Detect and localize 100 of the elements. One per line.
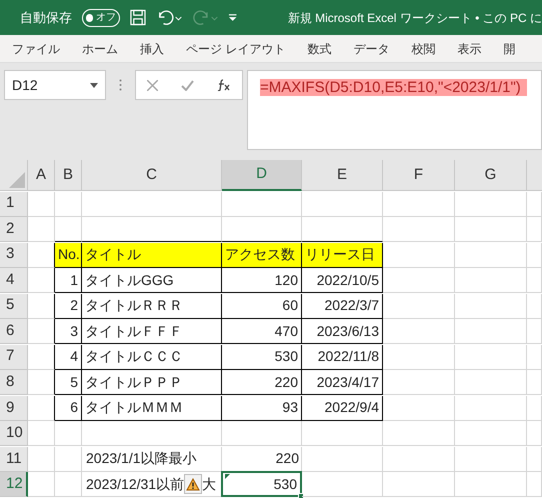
table-cell-text: タイトルＰＰＰ — [84, 372, 184, 392]
table-cell-text: 4 — [69, 347, 79, 366]
grid-cell[interactable]: 4 — [55, 344, 82, 370]
customize-icon[interactable] — [228, 12, 238, 22]
autosave-toggle[interactable]: オフ — [82, 8, 120, 26]
table-cell-text: 2022/11/8 — [316, 347, 380, 366]
warning-icon[interactable] — [184, 474, 202, 494]
grid-cell[interactable]: 2023/1/1以降最小 — [82, 446, 222, 472]
grid-cell[interactable]: 220 — [222, 370, 302, 396]
ribbon-tab[interactable]: 開 — [503, 40, 516, 58]
grid-cell[interactable]: 93 — [222, 396, 302, 421]
table-cell-text: 2023/6/13 — [316, 322, 380, 341]
row-header[interactable]: 5 — [0, 294, 28, 319]
grid-cell[interactable]: 1 — [55, 268, 82, 294]
row-header[interactable]: 11 — [0, 446, 28, 472]
save-icon[interactable] — [130, 9, 146, 26]
table-cell-text: 2022/10/5 — [316, 270, 380, 290]
grid-cell[interactable]: タイトルＦＦＦ — [82, 319, 222, 344]
row-header[interactable]: 3 — [0, 242, 28, 268]
column-header[interactable]: D — [222, 160, 302, 191]
ribbon-tab[interactable]: ページ レイアウト — [186, 40, 286, 58]
column-header[interactable]: F — [383, 160, 455, 191]
ribbon-tab[interactable]: データ — [353, 40, 390, 58]
ribbon-tab[interactable]: 表示 — [457, 40, 482, 58]
table-cell-text: 2 — [69, 296, 79, 316]
column-heading: アクセス数 — [224, 245, 296, 264]
ribbon-tab[interactable]: 数式 — [307, 40, 332, 58]
row-header[interactable]: 8 — [0, 370, 28, 396]
table-cell-text: タイトルＲＲＲ — [84, 296, 184, 316]
grid-cell[interactable]: 530 — [222, 344, 302, 370]
dropdown-icon[interactable] — [90, 82, 98, 88]
value-cell[interactable]: 530 — [221, 471, 302, 498]
table-cell-text: 6 — [69, 398, 79, 418]
row-header[interactable]: 2 — [0, 217, 28, 242]
table-cell-text: 5 — [69, 372, 79, 392]
cell-text: 2023/1/1以降最小 — [86, 449, 196, 468]
cell-text: 2023/12/31以前 — [86, 474, 184, 494]
table-cell-text: 530 — [274, 347, 299, 366]
grid-cell[interactable]: タイトルＲＲＲ — [82, 294, 222, 319]
grid-cell[interactable]: タイトルＰＰＰ — [82, 370, 222, 396]
row-header[interactable]: 7 — [0, 344, 28, 370]
grid-cell[interactable]: タイトル — [82, 242, 222, 268]
row-header[interactable]: 10 — [0, 421, 28, 446]
column-header[interactable]: G — [455, 160, 527, 191]
grid-cell[interactable]: 2 — [55, 294, 82, 319]
table-cell-text: 93 — [281, 398, 299, 418]
table-cell-text: 220 — [274, 372, 299, 392]
grid-cell[interactable]: 3 — [55, 319, 82, 344]
close-icon[interactable] — [147, 80, 158, 90]
column-header[interactable]: B — [55, 160, 82, 191]
grid-cell[interactable]: タイトルＣＣＣ — [82, 344, 222, 370]
ribbon-tab[interactable]: ホーム — [82, 40, 118, 58]
grid-cell[interactable]: 2022/9/4 — [302, 396, 383, 421]
grid-cell[interactable]: タイトルGGG — [82, 268, 222, 294]
table-cell-text: 2022/3/7 — [324, 296, 380, 316]
grid-cell[interactable]: 120 — [222, 268, 302, 294]
corner-header[interactable] — [0, 160, 28, 191]
grip-icon — [119, 79, 122, 91]
grid-cell[interactable]: アクセス数 — [222, 242, 302, 268]
table-cell-text: タイトルＣＣＣ — [84, 347, 184, 366]
table-cell-text: タイトルＭＭＭ — [84, 398, 184, 418]
check-icon[interactable] — [180, 80, 194, 90]
select-all-icon[interactable] — [9, 172, 25, 188]
table-cell-text: 1 — [69, 270, 79, 290]
column-heading: リリース日 — [304, 245, 376, 264]
column-header[interactable]: C — [82, 160, 222, 191]
row-header[interactable]: 9 — [0, 396, 28, 421]
name-box[interactable]: D12 — [4, 70, 106, 100]
grid-cell[interactable]: 2023/12/31以前 大 — [82, 472, 222, 498]
value-cell[interactable]: 220 — [221, 446, 302, 472]
row-header[interactable]: 6 — [0, 319, 28, 344]
grid-cell[interactable]: 2022/3/7 — [302, 294, 383, 319]
function-icon[interactable] — [216, 79, 231, 91]
row-header[interactable]: 1 — [0, 192, 28, 217]
error-marker-icon — [225, 474, 230, 480]
grid-cell[interactable]: 60 — [222, 294, 302, 319]
table-cell-text: 120 — [274, 270, 299, 290]
grid-cell[interactable]: リリース日 — [302, 242, 383, 268]
column-heading: タイトル — [84, 245, 142, 264]
ribbon-tab[interactable]: 校閲 — [411, 40, 436, 58]
column-header[interactable]: E — [302, 160, 383, 191]
grid-cell[interactable]: 470 — [222, 319, 302, 344]
grid-cell[interactable]: 2023/6/13 — [302, 319, 383, 344]
row-header[interactable]: 12 — [0, 472, 28, 498]
ribbon-tab[interactable]: ファイル — [12, 40, 60, 58]
grid-cell[interactable]: タイトルＭＭＭ — [82, 396, 222, 421]
table-cell-text: 3 — [69, 322, 79, 341]
grid-cell[interactable]: 5 — [55, 370, 82, 396]
ribbon-tab[interactable]: 挿入 — [140, 40, 164, 58]
grid-cell[interactable]: 2022/10/5 — [302, 268, 383, 294]
grid-cell[interactable]: 2023/4/17 — [302, 370, 383, 396]
row-header[interactable]: 4 — [0, 268, 28, 294]
grid-cell[interactable]: 2022/11/8 — [302, 344, 383, 370]
redo-icon[interactable] — [192, 8, 218, 26]
table-cell-text: 2022/9/4 — [324, 398, 380, 418]
window-title: 新規 Microsoft Excel ワークシート • この PC に — [288, 10, 542, 26]
grid-cell[interactable]: 6 — [55, 396, 82, 421]
cell-text: 大 — [202, 474, 216, 494]
formula-text: =MAXIFS(D5:D10,E5:E10,"<2023/1/1") — [260, 79, 527, 96]
column-header[interactable]: A — [28, 160, 55, 191]
